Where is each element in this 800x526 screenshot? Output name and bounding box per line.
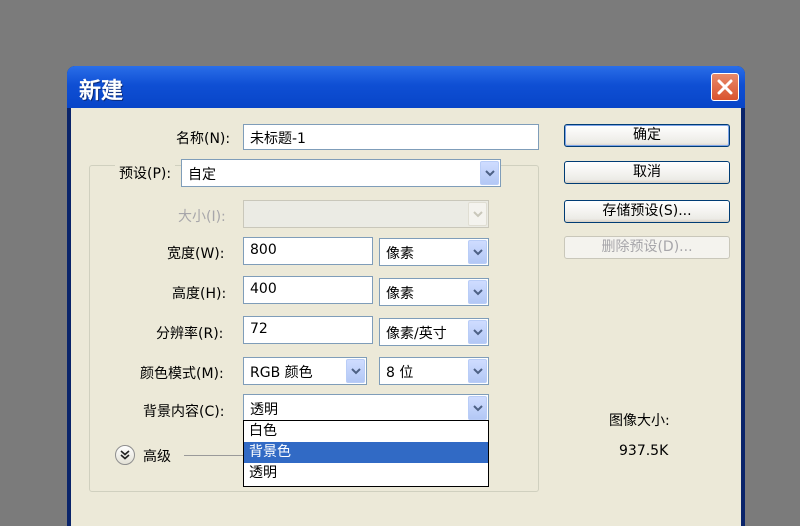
resolution-unit-select[interactable]: 像素/英寸	[379, 318, 489, 346]
color-mode-select[interactable]: RGB 颜色	[243, 357, 367, 385]
background-dropdown-list: 白色 背景色 透明	[243, 420, 489, 487]
preset-select[interactable]: 自定	[181, 159, 501, 187]
dropdown-option-transparent[interactable]: 透明	[244, 463, 488, 484]
size-select[interactable]	[243, 200, 489, 228]
height-unit-select[interactable]: 像素	[379, 278, 489, 306]
width-input[interactable]: 800	[243, 237, 373, 265]
image-size-value: 937.5K	[619, 443, 669, 459]
background-value: 透明	[250, 402, 278, 418]
resolution-input[interactable]: 72	[243, 316, 373, 344]
save-preset-button[interactable]: 存储预设(S)...	[564, 200, 730, 223]
ok-button[interactable]: 确定	[564, 124, 730, 147]
advanced-divider	[184, 455, 246, 456]
name-input[interactable]: 未标题-1	[243, 124, 539, 150]
width-label: 宽度(W):	[167, 246, 225, 262]
dialog-body: 名称(N): 未标题-1 预设(P): 自定 大小(I): 宽度(W): 800…	[71, 108, 741, 526]
cancel-button[interactable]: 取消	[564, 161, 730, 184]
close-button[interactable]	[711, 73, 739, 101]
bit-depth-value: 8 位	[386, 365, 414, 381]
dropdown-option-background-color[interactable]: 背景色	[244, 442, 488, 463]
name-label: 名称(N):	[176, 131, 231, 147]
width-unit-value: 像素	[386, 246, 414, 262]
preset-label: 预设(P):	[115, 163, 176, 183]
chevron-down-icon[interactable]	[468, 240, 487, 264]
background-select[interactable]: 透明	[243, 394, 489, 422]
dialog-title: 新建	[79, 79, 124, 104]
height-unit-value: 像素	[386, 286, 414, 302]
color-mode-label: 颜色模式(M):	[140, 366, 224, 382]
advanced-label: 高级	[143, 449, 171, 465]
width-unit-select[interactable]: 像素	[379, 238, 489, 266]
chevron-down-icon[interactable]	[468, 320, 487, 344]
delete-preset-button[interactable]: 删除预设(D)...	[564, 236, 730, 259]
chevron-down-icon[interactable]	[468, 359, 487, 383]
preset-value: 自定	[188, 167, 216, 183]
height-input[interactable]: 400	[243, 276, 373, 304]
double-chevron-down-icon	[120, 450, 130, 460]
size-label: 大小(I):	[178, 209, 226, 225]
chevron-down-icon[interactable]	[468, 280, 487, 304]
resolution-label: 分辨率(R):	[156, 326, 224, 342]
bit-depth-select[interactable]: 8 位	[379, 357, 489, 385]
color-mode-value: RGB 颜色	[250, 365, 313, 381]
background-label: 背景内容(C):	[143, 404, 225, 420]
title-bar[interactable]: 新建	[67, 66, 745, 108]
resolution-unit-value: 像素/英寸	[386, 326, 447, 342]
new-document-dialog: 新建 名称(N): 未标题-1 预设(P): 自定 大小(I): 宽度(W): …	[67, 66, 745, 526]
image-size-label: 图像大小:	[609, 413, 670, 429]
chevron-down-icon[interactable]	[346, 359, 365, 383]
close-icon	[717, 79, 733, 95]
advanced-toggle-button[interactable]	[115, 445, 135, 465]
chevron-down-icon	[468, 202, 487, 226]
chevron-down-icon[interactable]	[480, 161, 499, 185]
chevron-down-icon[interactable]	[468, 396, 487, 420]
dropdown-option-white[interactable]: 白色	[244, 421, 488, 442]
height-label: 高度(H):	[172, 286, 227, 302]
